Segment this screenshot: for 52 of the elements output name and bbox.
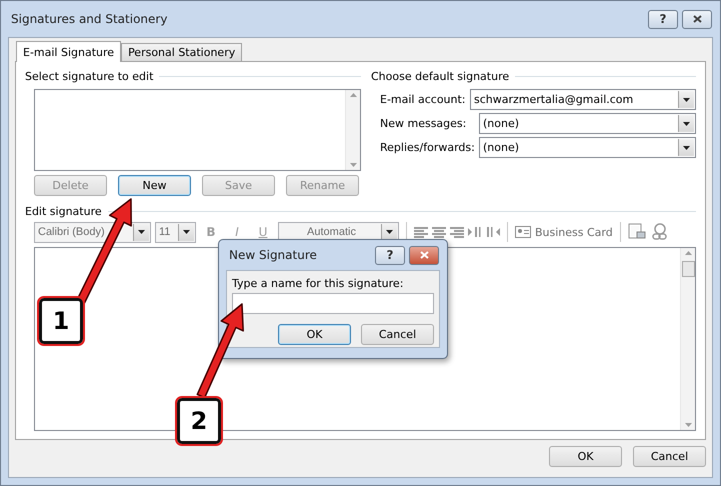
scroll-down-icon[interactable] [350,163,356,167]
dropdown-icon[interactable] [683,98,690,102]
signature-button[interactable]: New [118,175,191,196]
close-icon [420,251,428,259]
dialog-button[interactable]: OK [278,324,351,345]
font-dropdown[interactable]: Calibri (Body) [34,222,151,242]
scroll-up-icon[interactable] [350,93,356,97]
dialog-button[interactable]: OK [549,446,622,467]
step-number: 1 [39,298,83,344]
section-label: Edit signature [25,205,102,218]
dropdown-field[interactable]: (none) [479,113,696,134]
scroll-up-icon[interactable] [684,251,692,255]
step-number: 2 [177,398,221,444]
dropdown-field[interactable]: schwarzmertalia@gmail.com [470,89,696,110]
scrollbar[interactable] [345,90,360,170]
field-label: Replies/forwards: [380,141,476,154]
close-button[interactable] [409,246,439,264]
scroll-thumb[interactable] [682,261,694,277]
field-label: E-mail account: [380,93,467,106]
text-direction-icon[interactable] [486,226,500,238]
size-dropdown[interactable]: 11 [155,222,196,242]
business-card-button[interactable]: Business Card [515,226,613,238]
dropdown-icon[interactable] [386,230,393,234]
text-direction-icon[interactable] [468,226,482,238]
picture-insert-icon[interactable] [628,223,646,241]
dropdown-icon[interactable] [183,230,190,234]
align-icon [414,226,428,238]
prompt-label: Type a name for this signature: [232,277,404,290]
dialog-title: New Signature [229,248,318,262]
section-label: Choose default signature [371,70,510,83]
scrollbar[interactable] [680,248,695,430]
scroll-down-icon[interactable] [684,423,692,427]
help-button[interactable]: ? [375,246,405,264]
window-title: Signatures and Stationery [11,12,168,26]
tab[interactable]: Personal Stationery [121,43,242,61]
dialog-button[interactable]: Cancel [361,324,434,345]
dropdown-field[interactable]: (none) [479,137,696,158]
dropdown-icon[interactable] [683,146,690,150]
align-icon [450,226,464,238]
help-button[interactable]: ? [648,10,678,28]
field-label: New messages: [380,117,468,130]
dialog-button[interactable]: Cancel [633,446,706,467]
contact-card-icon [515,226,531,238]
dropdown-icon[interactable] [138,230,145,234]
dropdown-icon[interactable] [683,122,690,126]
signature-list[interactable] [34,89,361,171]
name-input[interactable] [232,293,434,314]
close-button[interactable] [682,10,712,28]
close-icon [692,15,702,23]
tab[interactable]: E-mail Signature [16,41,122,62]
section-label: Select signature to edit [25,70,154,83]
align-icon [432,226,446,238]
